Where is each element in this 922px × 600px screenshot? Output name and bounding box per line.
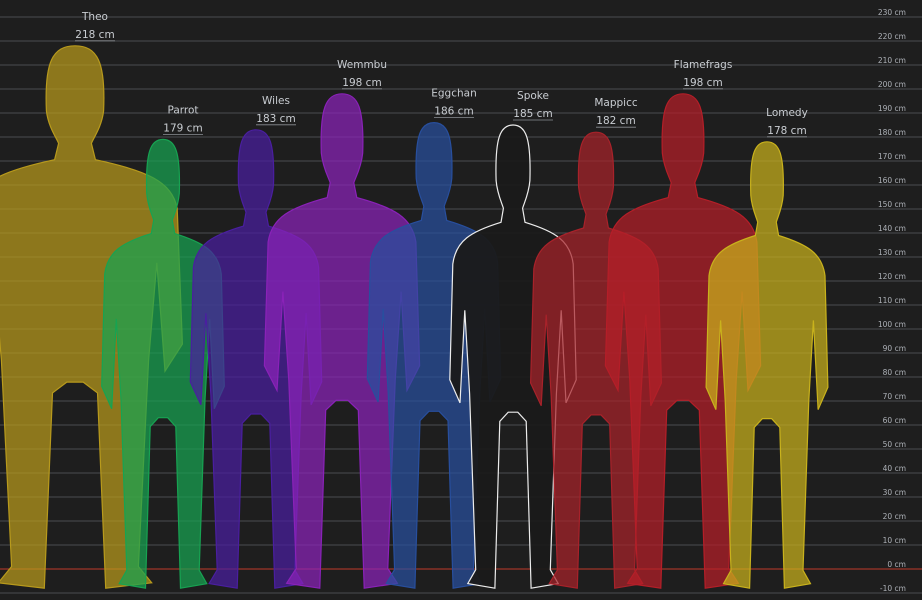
y-tick-label: 30 cm: [883, 488, 906, 497]
y-tick-label: 110 cm: [878, 296, 906, 305]
figure-name-label: Wemmbu: [337, 59, 387, 71]
figure-name-label: Mappicc: [594, 97, 638, 109]
y-tick-label: 0 cm: [887, 560, 906, 569]
y-tick-label: 200 cm: [878, 80, 906, 89]
figure-height-label: 179 cm: [163, 122, 202, 134]
figure-height-label: 178 cm: [767, 125, 806, 137]
y-tick-label: 150 cm: [878, 200, 906, 209]
figure-height-label: 198 cm: [683, 77, 722, 89]
y-tick-label: 220 cm: [878, 32, 906, 41]
figure-height-label: 218 cm: [75, 29, 114, 41]
y-tick-label: 160 cm: [878, 176, 906, 185]
y-tick-label: 140 cm: [878, 224, 906, 233]
y-tick-label: 210 cm: [878, 56, 906, 65]
y-tick-label: -10 cm: [880, 584, 906, 593]
figure-name-label: Flamefrags: [674, 59, 733, 71]
figure-name-label: Theo: [81, 11, 108, 23]
figure-name-label: Parrot: [167, 104, 198, 116]
y-tick-label: 230 cm: [878, 8, 906, 17]
y-tick-label: 120 cm: [878, 272, 906, 281]
figure-height-label: 186 cm: [434, 106, 473, 118]
figure-height-label: 183 cm: [256, 113, 295, 125]
silhouettes: [0, 45, 829, 589]
y-tick-label: 90 cm: [883, 344, 906, 353]
y-tick-label: 180 cm: [878, 128, 906, 137]
figure-name-label: Lomedy: [766, 107, 808, 119]
figure-height-label: 185 cm: [513, 108, 552, 120]
y-tick-label: 130 cm: [878, 248, 906, 257]
y-tick-label: 100 cm: [878, 320, 906, 329]
height-comparison-chart: -10 cm 0 cm 10 cm 20 cm 30 cm 40 cm 50 cm 60 cm…: [0, 8, 922, 594]
y-tick-labels: -10 cm 0 cm 10 cm 20 cm 30 cm 40 cm 50 cm 60 cm…: [878, 8, 906, 593]
y-tick-label: 10 cm: [883, 536, 906, 545]
figure-name-label: Spoke: [517, 90, 549, 102]
y-tick-label: 50 cm: [883, 440, 906, 449]
y-tick-label: 40 cm: [883, 464, 906, 473]
y-tick-label: 70 cm: [883, 392, 906, 401]
figure-name-label: Eggchan: [431, 88, 476, 100]
figure-name-label: Wiles: [262, 95, 290, 107]
y-tick-label: 80 cm: [883, 368, 906, 377]
figure-height-label: 198 cm: [342, 77, 381, 89]
y-tick-label: 190 cm: [878, 104, 906, 113]
y-tick-label: 60 cm: [883, 416, 906, 425]
y-tick-label: 20 cm: [883, 512, 906, 521]
y-tick-label: 170 cm: [878, 152, 906, 161]
figure-height-label: 182 cm: [596, 115, 635, 127]
